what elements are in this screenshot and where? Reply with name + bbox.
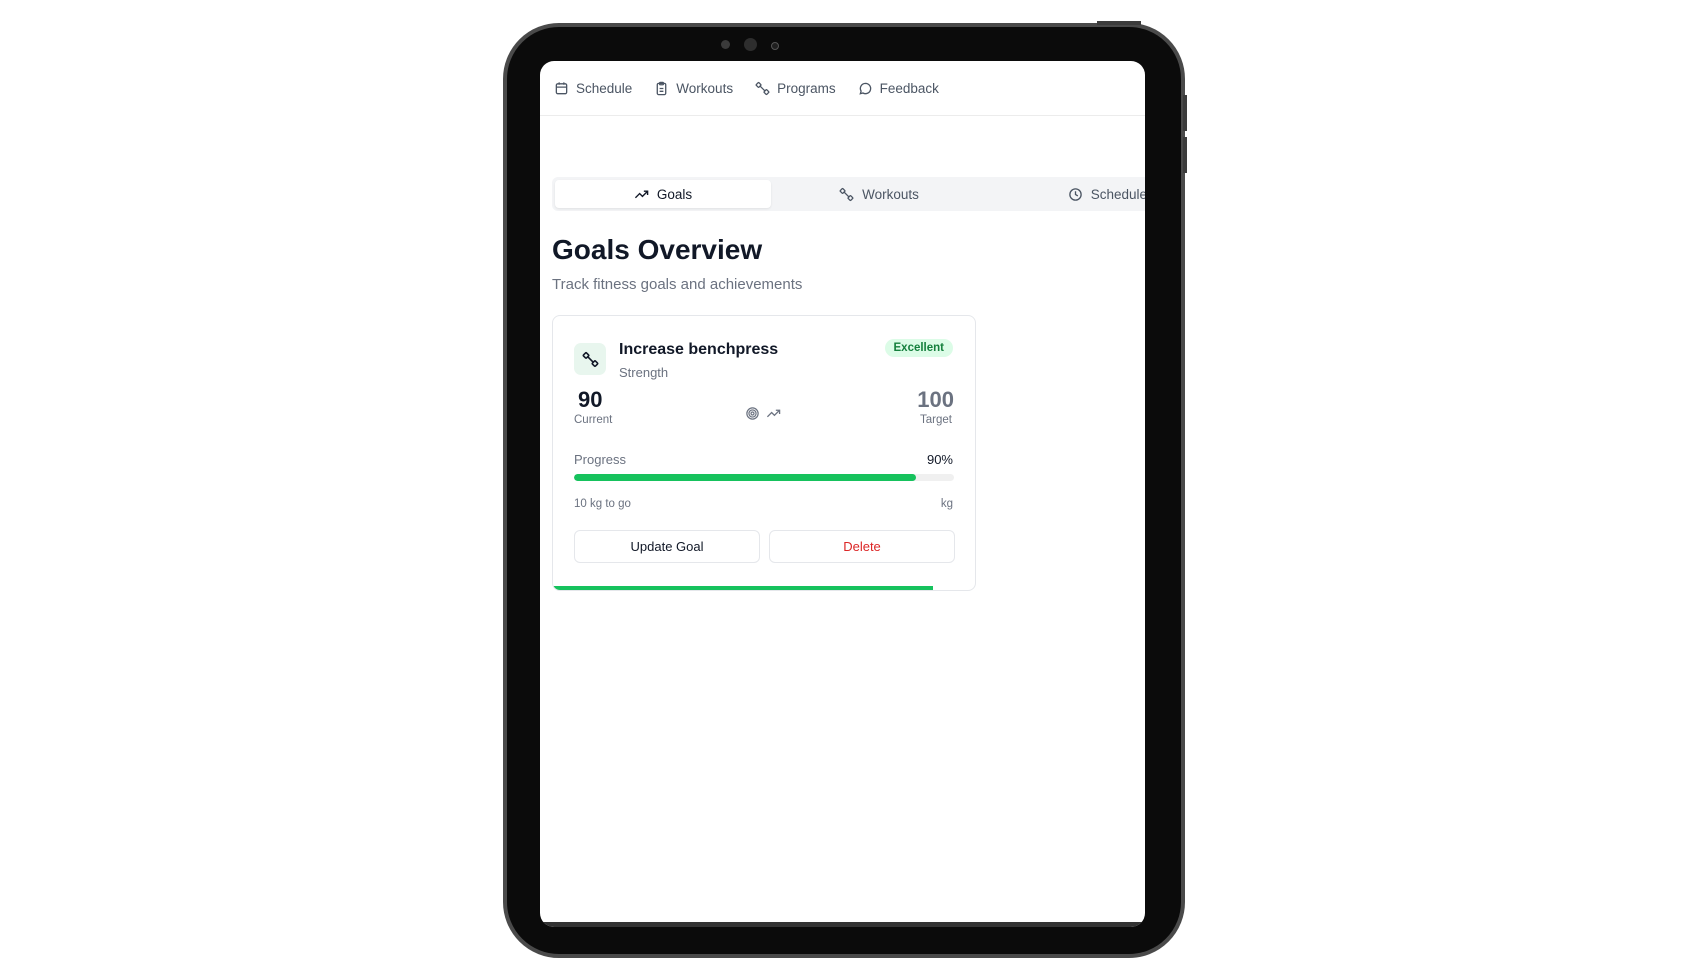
card-progress-strip bbox=[553, 586, 933, 590]
top-navigation: Schedule Workouts Programs Feedback bbox=[540, 61, 1145, 116]
page-title: Goals Overview bbox=[552, 234, 763, 265]
progress-bar bbox=[574, 474, 954, 481]
delete-button[interactable]: Delete bbox=[769, 530, 955, 563]
tab-workouts[interactable]: Workouts bbox=[771, 180, 987, 208]
goal-name: Increase benchpress bbox=[619, 341, 779, 358]
section-tabs: Goals Workouts Schedule bbox=[552, 177, 1145, 211]
dumbbell-icon bbox=[839, 187, 854, 201]
trending-up-icon bbox=[634, 190, 649, 198]
chat-bubble-icon bbox=[858, 82, 871, 95]
screen-bottom-edge bbox=[540, 922, 1145, 927]
goal-card: Increase benchpress Strength Excellent 9… bbox=[552, 315, 976, 591]
clipboard-icon bbox=[656, 81, 667, 95]
nav-item-label: Workouts bbox=[676, 80, 734, 96]
goal-category-icon bbox=[574, 343, 606, 375]
status-badge: Excellent bbox=[884, 339, 953, 357]
tab-label: Goals bbox=[656, 186, 693, 202]
current-value: 90 bbox=[578, 387, 603, 412]
page-subtitle: Track fitness goals and achievements bbox=[552, 276, 803, 293]
progress-percent: 90% bbox=[926, 452, 953, 467]
tab-label: Workouts bbox=[862, 186, 919, 202]
nav-item-feedback[interactable]: Feedback bbox=[858, 81, 939, 96]
nav-item-workouts[interactable]: Workouts bbox=[654, 81, 733, 96]
nav-item-label: Feedback bbox=[879, 80, 939, 96]
tablet-frame: Schedule Workouts Programs Feedback Goal… bbox=[503, 21, 1187, 958]
dumbbell-icon bbox=[755, 81, 770, 95]
top-button bbox=[1097, 21, 1141, 25]
sensor-dot bbox=[721, 40, 730, 49]
progress-bar-fill bbox=[574, 474, 916, 481]
app-screen: Schedule Workouts Programs Feedback Goal… bbox=[540, 61, 1145, 927]
camera-lens bbox=[744, 38, 757, 51]
calendar-icon bbox=[555, 81, 568, 94]
tab-label: Schedule bbox=[1090, 186, 1145, 202]
side-button bbox=[1183, 95, 1187, 131]
tab-goals[interactable]: Goals bbox=[555, 180, 771, 208]
goal-indicators bbox=[745, 406, 781, 421]
nav-item-label: Programs bbox=[777, 80, 836, 96]
dumbbell-icon bbox=[582, 351, 598, 367]
trending-up-icon bbox=[766, 409, 781, 418]
update-goal-button[interactable]: Update Goal bbox=[574, 530, 760, 563]
remaining-text: 10 kg to go bbox=[574, 498, 631, 510]
target-icon bbox=[746, 407, 759, 420]
nav-item-schedule[interactable]: Schedule bbox=[554, 81, 632, 96]
target-label: Target bbox=[920, 414, 952, 426]
current-label: Current bbox=[574, 414, 613, 426]
nav-item-programs[interactable]: Programs bbox=[755, 81, 836, 96]
progress-label: Progress bbox=[574, 452, 627, 467]
sensor-dot bbox=[771, 42, 779, 50]
goal-category: Strength bbox=[619, 365, 669, 380]
target-value: 100 bbox=[917, 387, 954, 412]
clock-icon bbox=[1068, 187, 1082, 201]
nav-item-label: Schedule bbox=[576, 80, 633, 96]
tab-schedule[interactable]: Schedule bbox=[987, 180, 1145, 208]
side-button bbox=[1183, 137, 1187, 173]
unit-text: kg bbox=[940, 498, 953, 510]
